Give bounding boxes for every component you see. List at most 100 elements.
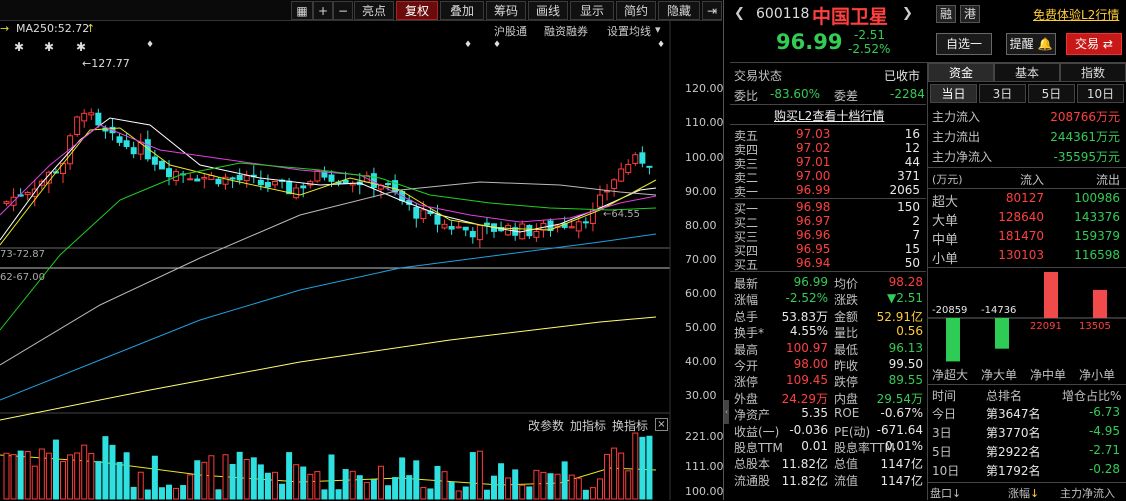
ask-volume: 16 [904,127,920,141]
zoom-in-icon[interactable]: + [313,1,333,20]
buy-l2-link[interactable]: 购买L2查看十档行情 [774,107,884,124]
volume-bar [314,471,321,500]
switch-indicator-button[interactable]: 换指标 [612,417,648,434]
candle [639,152,646,164]
quote-value: 98.00 [793,357,828,371]
back-icon[interactable]: ❮ [734,6,745,21]
toolbar-btn-2[interactable]: 叠加 [440,1,484,20]
flow-row-in: 80127 [1005,191,1044,205]
ask-volume: 44 [904,155,920,169]
alert-button[interactable]: 提醒 🔔 [1006,33,1056,55]
footer-main-inflow[interactable]: 主力净流入 [1060,485,1115,501]
add-indicator-button[interactable]: 加指标 [570,417,606,434]
candle [151,156,158,165]
toolbar-btn-7[interactable]: 隐藏 [658,1,700,20]
forward-icon[interactable]: ❯ [902,6,913,21]
volume-bar [321,489,328,500]
quote-value: 89.55 [888,373,923,388]
collapse-icon[interactable]: ⇥ [702,1,722,20]
fund-tab[interactable]: 资金 [928,63,994,82]
fund-tab[interactable]: 基本 [994,63,1060,82]
period-tab[interactable]: 当日 [930,84,977,103]
period-tab[interactable]: 3日 [979,84,1026,103]
quote-label: 净资产 [734,408,771,423]
toolbar-btn-4[interactable]: 画线 [528,1,568,20]
candle [24,192,31,196]
fund-tab[interactable]: 指数 [1060,63,1126,82]
candle [385,183,392,186]
volume-bar [257,464,264,500]
bid-volume: 7 [912,228,920,242]
candle [441,223,448,229]
option-rzrq[interactable]: 融资融券 [544,23,588,39]
net-flow-bars [946,272,1107,362]
volume-bar [81,444,88,500]
ask-volume: 12 [904,141,920,155]
change-params-button[interactable]: 改参数 [528,417,564,434]
toolbar-btn-0[interactable]: 亮点 [354,1,394,20]
net-flow-bar [946,318,960,362]
volume-bar [31,465,38,500]
footer-change[interactable]: 涨幅↓ [1008,485,1039,501]
volume-bar [250,457,257,500]
candle [123,140,130,147]
candle [434,214,441,225]
side-collapse-handle[interactable]: ‹ [724,400,729,424]
option-ma-dropdown-icon[interactable]: ▾ [655,23,661,36]
option-ma-settings[interactable]: 设置均线 [607,23,651,39]
net-flow-bar-label: 净大单 [981,368,1018,382]
period-tab[interactable]: 5日 [1028,84,1075,103]
change-value: -2.51 [854,28,886,42]
bid-price: 96.95 [796,242,831,256]
footer-handicap[interactable]: 盘口↓ [930,485,961,501]
quote-label: 昨收 [834,359,859,373]
weibi-label: 委比 [734,89,759,103]
candle [618,168,625,182]
bid-price: 96.94 [796,256,831,270]
volume-bar [67,454,74,500]
period-tab[interactable]: 10日 [1077,84,1124,103]
bid-price: 96.98 [796,200,831,214]
candle [568,226,575,229]
ask-volume: 2065 [889,183,920,197]
net-flow-bar-value: -20859 [932,305,968,316]
quote-value: 24.29万 [781,391,828,406]
zoom-out-icon[interactable]: − [333,1,353,20]
axis-tick: 90.00 [685,185,717,198]
quote-value: 11.82亿 [781,457,828,472]
rank-ratio-header: 增仓占比% [1062,389,1122,403]
volume-bar [611,447,618,500]
trade-button[interactable]: 交易 ⇄ [1066,33,1122,55]
volume-bar [286,452,293,500]
toolbar-btn-1[interactable]: 复权 [396,1,438,20]
axis-tick: 30.00 [685,389,717,402]
watchlist-label: 自选一 [945,37,982,51]
net-flow-bar-label: 净中单 [1030,368,1067,382]
volume-bar [144,489,151,500]
toolbar-btn-6[interactable]: 简约 [616,1,656,20]
option-hgt[interactable]: 沪股通 [494,23,527,39]
toolbar-btn-5[interactable]: 显示 [570,1,614,20]
net-flow-bar-value: 22091 [1030,321,1062,332]
quote-label: 涨幅 [734,293,759,308]
volume-bar [109,444,116,500]
toolbar-btn-3[interactable]: 筹码 [486,1,526,20]
volume-bar [208,455,215,500]
watchlist-button[interactable]: 自选一 [936,33,992,55]
divider [928,267,1126,268]
calendar-icon[interactable]: ▦ [291,1,313,20]
candle [611,179,618,189]
quote-value: 52.91亿 [876,309,923,324]
axis-tick: 60.00 [685,287,717,300]
rank-position: 第3647名 [986,407,1041,421]
weicha-value: -2284 [890,87,925,101]
divider [928,482,1126,483]
l2-trial-link[interactable]: 免费体验L2行情 [1033,6,1119,23]
candle [455,226,462,229]
volume-bar [38,448,45,500]
tag-hk: 港 [960,5,980,23]
rank-position: 第3770名 [986,426,1041,440]
volume-bar [427,488,434,500]
line1-label: 73-72.87 [0,249,45,260]
close-icon[interactable]: × [655,418,668,431]
